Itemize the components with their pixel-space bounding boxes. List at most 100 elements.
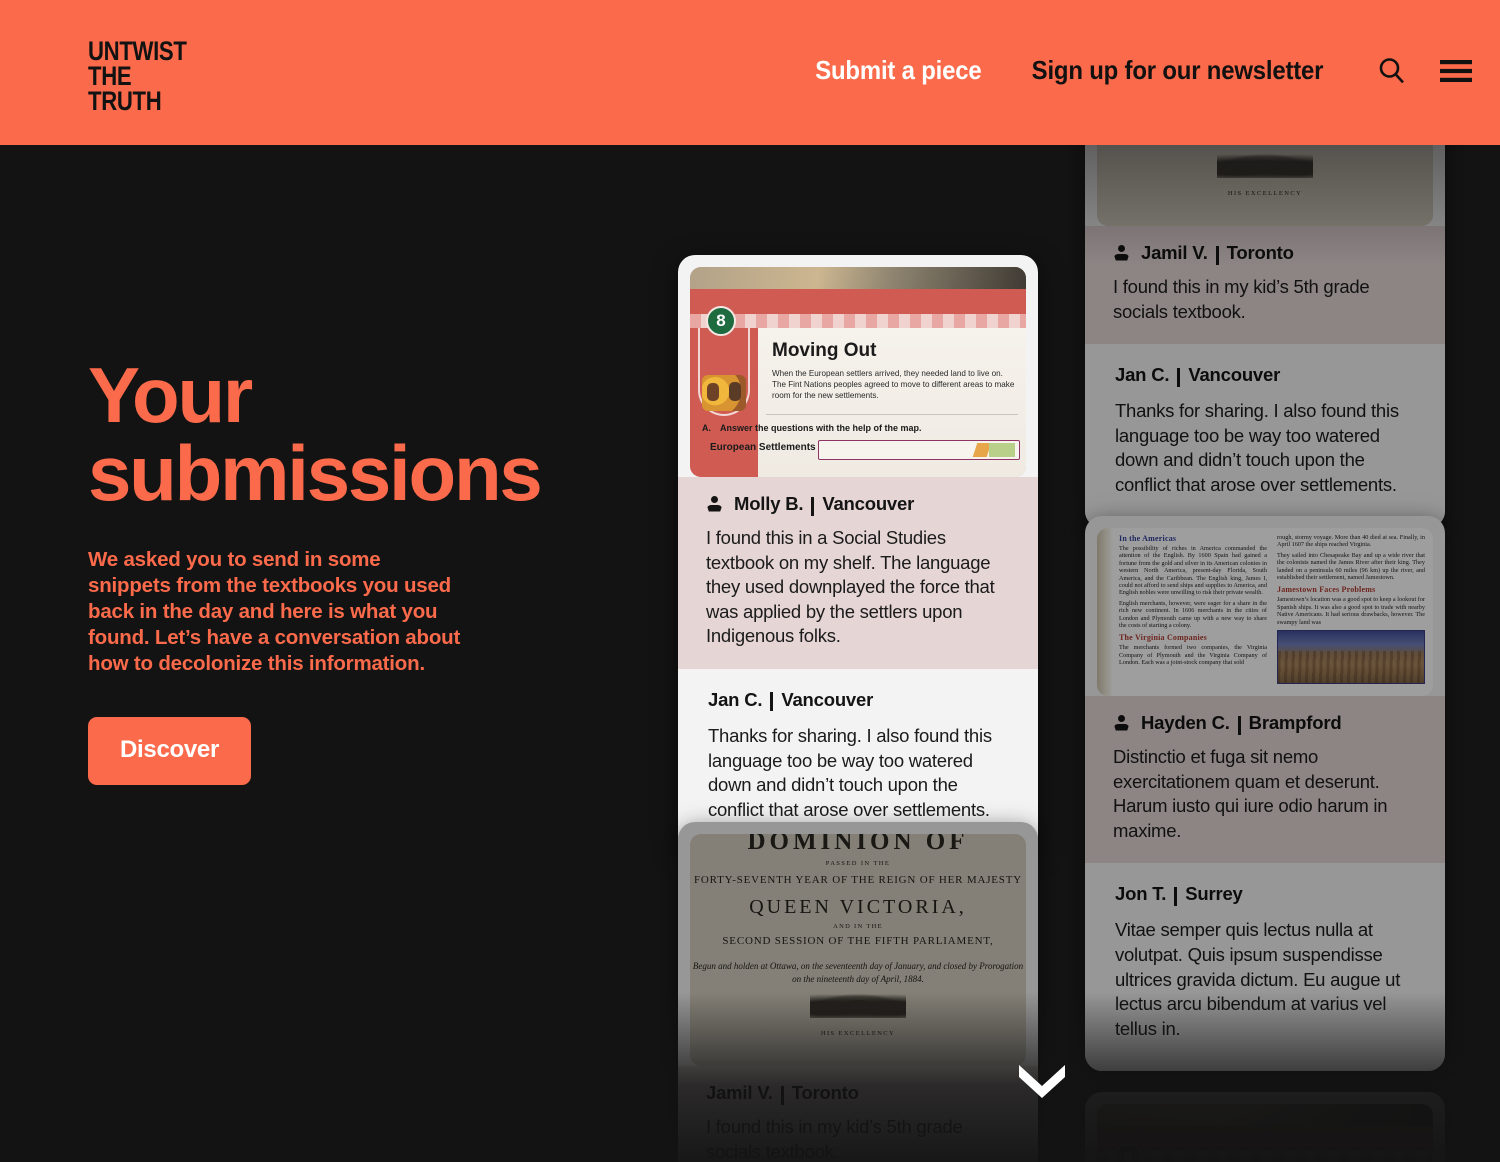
image-page-area: Moving Out When the European settlers ar… xyxy=(702,328,1026,477)
reply-author-divider xyxy=(1177,367,1181,387)
reply-author: Jan C. Vancouver xyxy=(708,688,1008,712)
reply-author-divider xyxy=(770,692,774,712)
submission-author: Molly B. Vancouver xyxy=(706,493,1010,516)
author-name: Molly B. xyxy=(734,493,804,514)
reply-author-name: Jan C. xyxy=(1115,364,1170,386)
textbook-line-7: HIS EXCELLENCY xyxy=(1227,190,1303,197)
author-location: Vancouver xyxy=(822,493,915,514)
image-red-band xyxy=(690,289,1026,317)
image-checker-band xyxy=(690,314,1026,328)
chapter-number-badge: 8 xyxy=(706,306,736,336)
submission-reply: Jon T. Surrey Vitae semper quis lectus n… xyxy=(1085,863,1445,1072)
author-location: Toronto xyxy=(1226,242,1294,263)
reply-author-location: Surrey xyxy=(1185,883,1243,905)
person-icon xyxy=(1113,714,1130,732)
image-gutter xyxy=(1097,528,1113,696)
submission-reply: Jan C. Vancouver Thanks for sharing. I a… xyxy=(1085,344,1445,528)
submission-author: Hayden C. Brampford xyxy=(1113,712,1417,735)
reply-author: Jan C. Vancouver xyxy=(1115,364,1415,387)
search-icon[interactable] xyxy=(1370,49,1414,93)
image-divider xyxy=(766,414,1018,415)
reply-author-divider xyxy=(1174,886,1178,906)
submission-body: Molly B. Vancouver I found this in a Soc… xyxy=(678,477,1038,669)
hamburger-menu-icon[interactable] xyxy=(1434,49,1478,93)
reply-author-location: Vancouver xyxy=(781,688,874,710)
submission-text: Distinctio et fuga sit nemo exercitation… xyxy=(1113,746,1388,841)
textbook-line-1: PASSED IN THE xyxy=(825,860,891,867)
textbook-image-queen-victoria: DOMINION OF CANADA PASSED IN THE FORTY-S… xyxy=(690,834,1026,1066)
reply-text: Thanks for sharing. I also found this la… xyxy=(1115,400,1399,495)
reply-author-name: Jon T. xyxy=(1115,883,1167,905)
textbook-line-4: AND IN THE xyxy=(833,923,883,930)
author-location: Toronto xyxy=(791,1082,859,1103)
page-title-line-2: submissions xyxy=(88,429,543,517)
textbook-image-moving-out: 8 Moving Out When the European settlers … xyxy=(690,267,1026,477)
person-icon xyxy=(1113,244,1130,262)
submission-body: Hayden C. Brampford Distinctio et fuga s… xyxy=(1085,696,1445,864)
chevron-down-icon[interactable] xyxy=(1017,1055,1067,1101)
textbook-paragraph: When the European settlers arrived, they… xyxy=(772,369,1015,400)
discover-button[interactable]: Discover xyxy=(88,717,251,785)
reply-text: Thanks for sharing. I also found this la… xyxy=(708,724,992,820)
author-name: Hayden C. xyxy=(1141,712,1230,733)
image-checker-band xyxy=(1097,1151,1433,1162)
textbook-question-label: A. xyxy=(702,423,711,433)
submission-card[interactable]: 8 Moving Out When the European settlers … xyxy=(678,255,1038,853)
submission-author: Jamil V. Toronto xyxy=(1113,242,1417,265)
textbook-line-7: HIS EXCELLENCY xyxy=(820,1030,896,1037)
textbook-image-in-the-americas: In the Americas The possibility of riche… xyxy=(1097,528,1433,696)
primary-navigation: Submit a piece Sign up for our newslette… xyxy=(808,0,1500,145)
reply-author: Jon T. Surrey xyxy=(1115,883,1415,906)
reply-author-name: Jan C. xyxy=(708,688,763,710)
nav-submit-a-piece[interactable]: Submit a piece xyxy=(816,55,982,86)
hero-description: We asked you to send in some snippets fr… xyxy=(88,548,461,675)
textbook-paragraph-left-3: The merchants formed two companies, the … xyxy=(1119,644,1267,667)
textbook-paragraph-right-3: Jamestown’s location was a good spot to … xyxy=(1277,596,1425,626)
textbook-coat-of-arms xyxy=(1217,152,1313,178)
submission-image: DOMINION OF CANADA PASSED IN THE FORTY-S… xyxy=(690,834,1026,1066)
image-red-band xyxy=(1097,1126,1433,1154)
site-header: UNTWIST THE TRUTH Submit a piece Sign up… xyxy=(0,0,1500,145)
reply-text: Vitae semper quis lectus nulla at volutp… xyxy=(1115,919,1401,1039)
submission-text: I found this in my kid’s 5th grade socia… xyxy=(1113,276,1370,322)
textbook-line-5: SECOND SESSION OF THE FIFTH PARLIAMENT, xyxy=(722,935,994,947)
textbook-photo xyxy=(1277,630,1425,685)
textbook-left-column: In the Americas The possibility of riche… xyxy=(1119,534,1267,684)
author-divider xyxy=(1237,715,1241,735)
textbook-heading-left: In the Americas xyxy=(1119,534,1177,543)
image-illustration xyxy=(702,375,746,411)
hero-section: Your submissions We asked you to send in… xyxy=(88,356,608,785)
nav-newsletter-signup[interactable]: Sign up for our newsletter xyxy=(1032,55,1324,86)
submission-card[interactable]: DOMINION OF CANADA PASSED IN THE FORTY-S… xyxy=(678,822,1038,1162)
submission-image: In the Americas The possibility of riche… xyxy=(1097,528,1433,696)
textbook-right-column: rough, stormy voyage. More than 40 died … xyxy=(1277,534,1425,685)
author-divider xyxy=(780,1085,784,1105)
textbook-paragraph-left-2: English merchants, however, were eager f… xyxy=(1119,599,1267,630)
submission-body: Jamil V. Toronto I found this in my kid’… xyxy=(1085,226,1445,345)
textbook-paragraph-right-1: rough, stormy voyage. More than 40 died … xyxy=(1277,534,1425,549)
author-name: Jamil V. xyxy=(706,1082,773,1103)
submission-card[interactable]: In the Americas The possibility of riche… xyxy=(1085,516,1445,1072)
site-logo[interactable]: UNTWIST THE TRUTH xyxy=(88,38,187,116)
textbook-subhead-right: Jamestown Faces Problems xyxy=(1277,585,1376,595)
author-location: Brampford xyxy=(1248,712,1342,733)
textbook-question: A. Answer the questions with the help of … xyxy=(702,423,922,433)
page-title: Your submissions xyxy=(88,356,608,512)
textbook-coat-of-arms xyxy=(810,992,906,1018)
author-divider xyxy=(811,496,815,516)
author-divider xyxy=(1215,245,1219,265)
submission-card[interactable]: 8 Moving Out xyxy=(1085,1092,1445,1162)
person-icon xyxy=(706,495,723,513)
submission-image: 8 Moving Out xyxy=(1097,1104,1433,1162)
textbook-paragraph-right-2: They sailed into Chesapeake Bay and up a… xyxy=(1277,551,1425,582)
page-title-line-1: Your xyxy=(88,351,253,439)
textbook-line-3: QUEEN VICTORIA, xyxy=(749,896,967,918)
submission-text: I found this in a Social Studies textboo… xyxy=(706,527,995,647)
submission-text: I found this in my kid’s 5th grade socia… xyxy=(706,1116,963,1162)
textbook-map-strip xyxy=(818,440,1020,460)
logo-line-3: TRUTH xyxy=(88,86,162,116)
textbook-subhead-left: The Virginia Companies xyxy=(1119,633,1207,643)
submission-body: Jamil V. Toronto I found this in my kid’… xyxy=(678,1066,1038,1162)
textbook-line-6: Begun and holden at Ottawa, on the seven… xyxy=(692,961,1024,984)
textbook-cut-title: DOMINION OF CANADA xyxy=(747,834,969,850)
